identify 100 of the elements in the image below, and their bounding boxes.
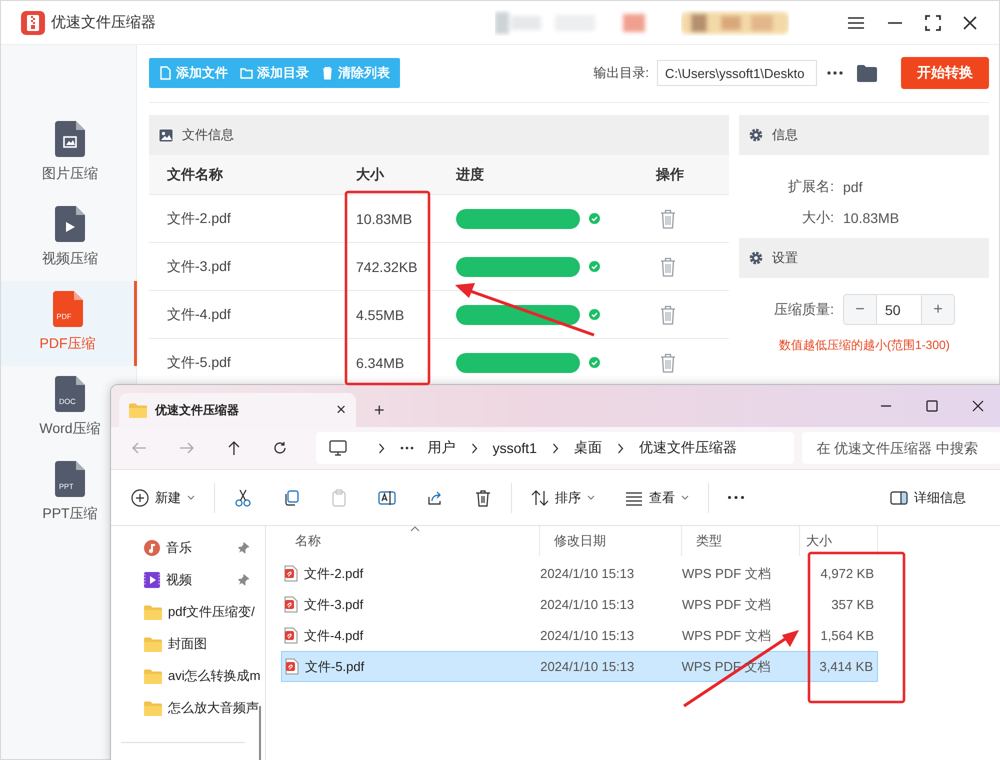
file-icon	[159, 66, 172, 80]
file-type: WPS PDF 文档	[682, 626, 772, 644]
delete-icon	[474, 488, 492, 506]
file-row[interactable]: 文件-4.pdf 2024/1/10 15:13 WPS PDF 文档 1,564 KB	[281, 620, 878, 651]
trash-icon[interactable]	[660, 352, 676, 372]
column-header[interactable]: 大小	[800, 526, 878, 556]
file-row[interactable]: 文件-2.pdf 2024/1/10 15:13 WPS PDF 文档 4,972 KB	[281, 558, 878, 589]
toolbar-button[interactable]: 查看	[610, 480, 704, 514]
trash-icon	[321, 66, 334, 80]
nav-label: avi怎么转换成m	[168, 667, 260, 685]
table-cell-text: 10.83MB	[356, 210, 414, 226]
table-cell-text: 文件-2.pdf	[166, 210, 232, 228]
output-path-field[interactable]: C:\Users\yssoft1\Deskto	[657, 60, 817, 86]
file-row[interactable]: 文件-3.pdf 2024/1/10 15:13 WPS PDF 文档 357 KB	[281, 589, 878, 620]
decrement-button[interactable]: −	[844, 295, 876, 324]
table-cell-text: 4.55MB	[356, 306, 406, 322]
nav-item[interactable]: 封面图	[111, 628, 263, 660]
column-header: 进度	[456, 166, 485, 184]
column-header[interactable]: 修改日期	[540, 526, 682, 556]
more-icon[interactable]	[827, 71, 843, 75]
nav-item[interactable]: 音乐	[111, 532, 263, 564]
refresh-icon[interactable]	[272, 441, 287, 455]
field-label: 扩展名:	[787, 178, 834, 196]
field-label: 大小:	[801, 208, 834, 226]
pdf-file-icon	[284, 596, 298, 613]
menu-icon[interactable]	[847, 16, 865, 30]
up-icon[interactable]	[226, 440, 241, 456]
nav-item[interactable]: avi怎么转换成m	[111, 660, 263, 692]
pdf-file-icon	[285, 658, 299, 675]
nav-item[interactable]: 怎么放大音频声	[111, 692, 263, 724]
file-icon	[52, 291, 82, 327]
field-value: 10.83MB	[843, 210, 900, 226]
toolbar-button[interactable]: 新建	[131, 480, 210, 514]
trash-icon[interactable]	[660, 208, 676, 228]
file-icon	[55, 461, 85, 497]
file-date: 2024/1/10 15:13	[540, 597, 636, 612]
nav-label: 封面图	[168, 635, 207, 653]
breadcrumb-item[interactable]: yssoft1	[492, 440, 537, 456]
toolbar-button[interactable]: 详细信息	[875, 480, 981, 514]
app-logo-icon	[21, 10, 45, 34]
address-bar[interactable]: 用户 yssoft1 桌面 优速文件压缩器	[316, 432, 794, 464]
column-header[interactable]: 名称	[281, 526, 540, 556]
breadcrumb-item[interactable]: 优速文件压缩器	[638, 439, 737, 457]
folder-icon	[129, 402, 147, 418]
music-icon	[144, 540, 160, 556]
panel-title: 文件信息	[182, 126, 234, 144]
maximize-icon[interactable]	[926, 400, 938, 412]
breadcrumb-item[interactable]: 用户	[428, 439, 456, 457]
pdf-file-icon	[284, 565, 298, 582]
sidebar-item[interactable]: 视频压缩	[1, 196, 111, 281]
start-button[interactable]: 开始转换	[901, 57, 989, 89]
caret-icon	[681, 495, 689, 500]
folder-icon[interactable]	[857, 64, 877, 82]
video-icon	[144, 572, 160, 588]
trash-icon[interactable]	[660, 304, 676, 324]
chevron-icon	[470, 442, 478, 454]
file-row[interactable]: 文件-5.pdf 2024/1/10 15:13 WPS PDF 文档 3,414 KB	[281, 651, 878, 682]
fullscreen-icon[interactable]	[925, 14, 941, 30]
field-label: 压缩质量:	[773, 300, 834, 318]
quality-field[interactable]: 50	[876, 295, 922, 324]
tab-title: 优速文件压缩器	[155, 402, 240, 418]
column-header[interactable]: 类型	[682, 526, 800, 556]
column-header: 文件名称	[166, 166, 224, 184]
nav-item[interactable]: 视频	[111, 564, 263, 596]
new-tab-button[interactable]: +	[374, 400, 385, 421]
file-date: 2024/1/10 15:13	[540, 628, 636, 643]
folder-icon	[144, 668, 162, 684]
file-icon	[55, 206, 85, 242]
file-type: WPS PDF 文档	[682, 596, 772, 614]
breadcrumb-item[interactable]: 桌面	[574, 439, 602, 457]
folder-icon	[144, 604, 162, 620]
nav-item[interactable]: pdf文件压缩变/	[111, 596, 263, 628]
chevron-icon	[616, 442, 624, 454]
increment-button[interactable]: +	[922, 295, 954, 324]
sort-icon	[531, 488, 549, 506]
table-cell-text: 文件-4.pdf	[166, 306, 232, 324]
file-type: WPS PDF 文档	[682, 564, 772, 582]
trash-icon[interactable]	[660, 256, 676, 276]
file-name: 文件-5.pdf	[305, 658, 364, 676]
field-value: pdf	[843, 178, 862, 194]
close-icon[interactable]	[963, 16, 977, 30]
app-title: 优速文件压缩器	[51, 13, 156, 32]
more-icon	[728, 496, 744, 499]
close-icon[interactable]	[972, 400, 984, 412]
sidebar-item[interactable]: 图片压缩	[1, 111, 111, 196]
toolbar-button[interactable]: 排序	[516, 480, 610, 514]
file-size: 3,414 KB	[818, 659, 874, 674]
table-cell-text: 文件-5.pdf	[166, 354, 232, 372]
file-size: 1,564 KB	[820, 628, 876, 643]
file-size: 357 KB	[830, 597, 876, 612]
tab-close-button[interactable]: ×	[336, 400, 346, 420]
more-icon[interactable]	[400, 446, 414, 450]
search-field[interactable]: 在 优速文件压缩器 中搜索	[802, 432, 1000, 464]
caret-icon	[587, 495, 595, 500]
settings-icon	[749, 251, 763, 265]
file-name: 文件-3.pdf	[304, 596, 364, 614]
settings-icon	[749, 128, 763, 142]
tab[interactable]: 优速文件压缩器 ×	[119, 393, 356, 427]
quality-stepper[interactable]: − 50 +	[843, 294, 955, 325]
table-cell-text: 742.32KB	[356, 258, 418, 274]
